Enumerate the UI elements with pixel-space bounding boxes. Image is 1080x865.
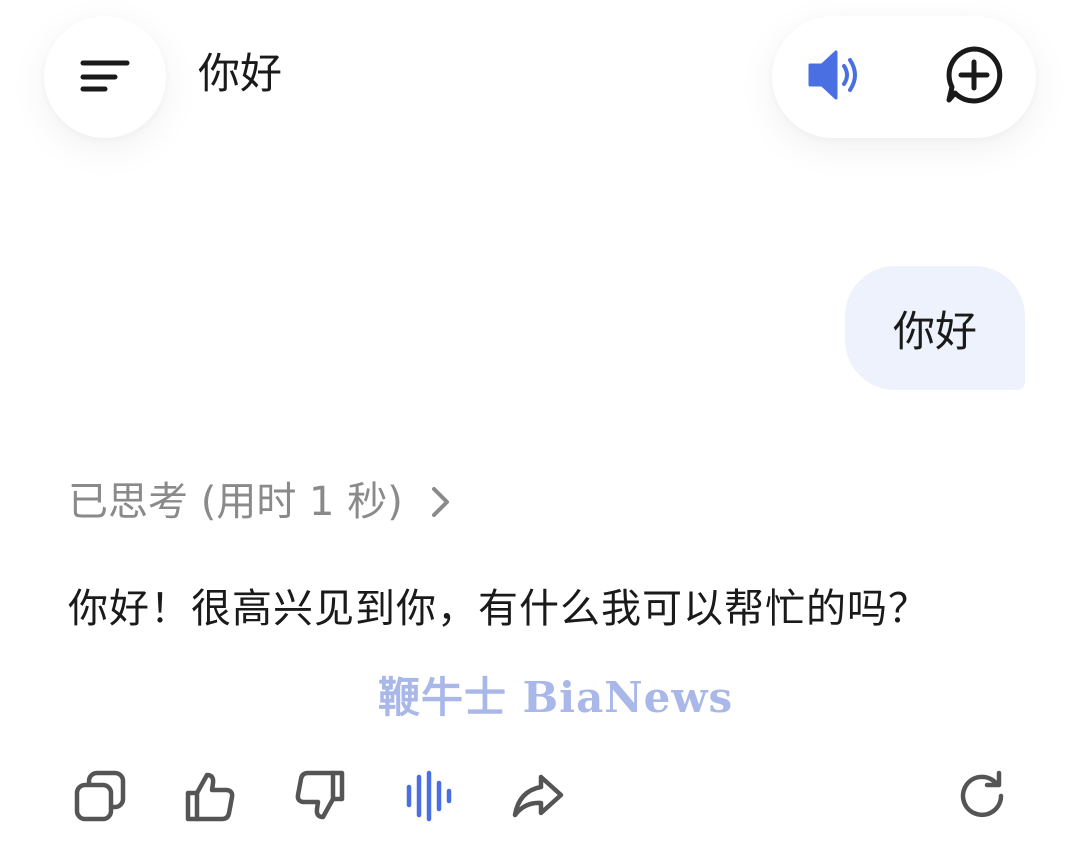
thumbs-up-icon	[183, 769, 237, 827]
like-button[interactable]	[182, 770, 238, 826]
menu-button[interactable]	[44, 16, 166, 138]
watermark: 鞭牛士 BiaNews	[378, 673, 734, 722]
assistant-reply-text: 你好！很高兴见到你，有什么我可以帮忙的吗？	[68, 586, 929, 632]
speaker-icon	[804, 47, 864, 107]
page-title: 你好	[198, 49, 283, 98]
menu-lines-icon	[79, 55, 131, 99]
dislike-button[interactable]	[292, 770, 348, 826]
share-button[interactable]	[510, 770, 566, 826]
user-message-text: 你好	[892, 306, 977, 356]
thinking-status-toggle[interactable]: 已思考 (用时 1 秒)	[68, 474, 453, 530]
new-chat-icon	[944, 45, 1004, 109]
copy-icon	[73, 769, 127, 827]
copy-button[interactable]	[72, 770, 128, 826]
read-aloud-button[interactable]	[400, 770, 456, 826]
header-actions	[772, 16, 1036, 138]
thinking-status-text: 已思考 (用时 1 秒)	[68, 479, 403, 525]
speaker-button[interactable]	[802, 45, 866, 109]
share-icon	[511, 769, 565, 827]
new-chat-button[interactable]	[942, 45, 1006, 109]
user-message-bubble[interactable]: 你好	[845, 266, 1025, 390]
thumbs-down-icon	[293, 769, 347, 827]
voice-wave-icon	[401, 769, 455, 827]
regenerate-icon	[955, 769, 1009, 827]
regenerate-button[interactable]	[954, 770, 1010, 826]
chat-screen: 你好 你好 已思考 (用时 1 秒) 你好！很高兴见到你，有什么我可以帮忙的吗？…	[0, 0, 1080, 865]
chevron-right-icon	[429, 484, 453, 520]
